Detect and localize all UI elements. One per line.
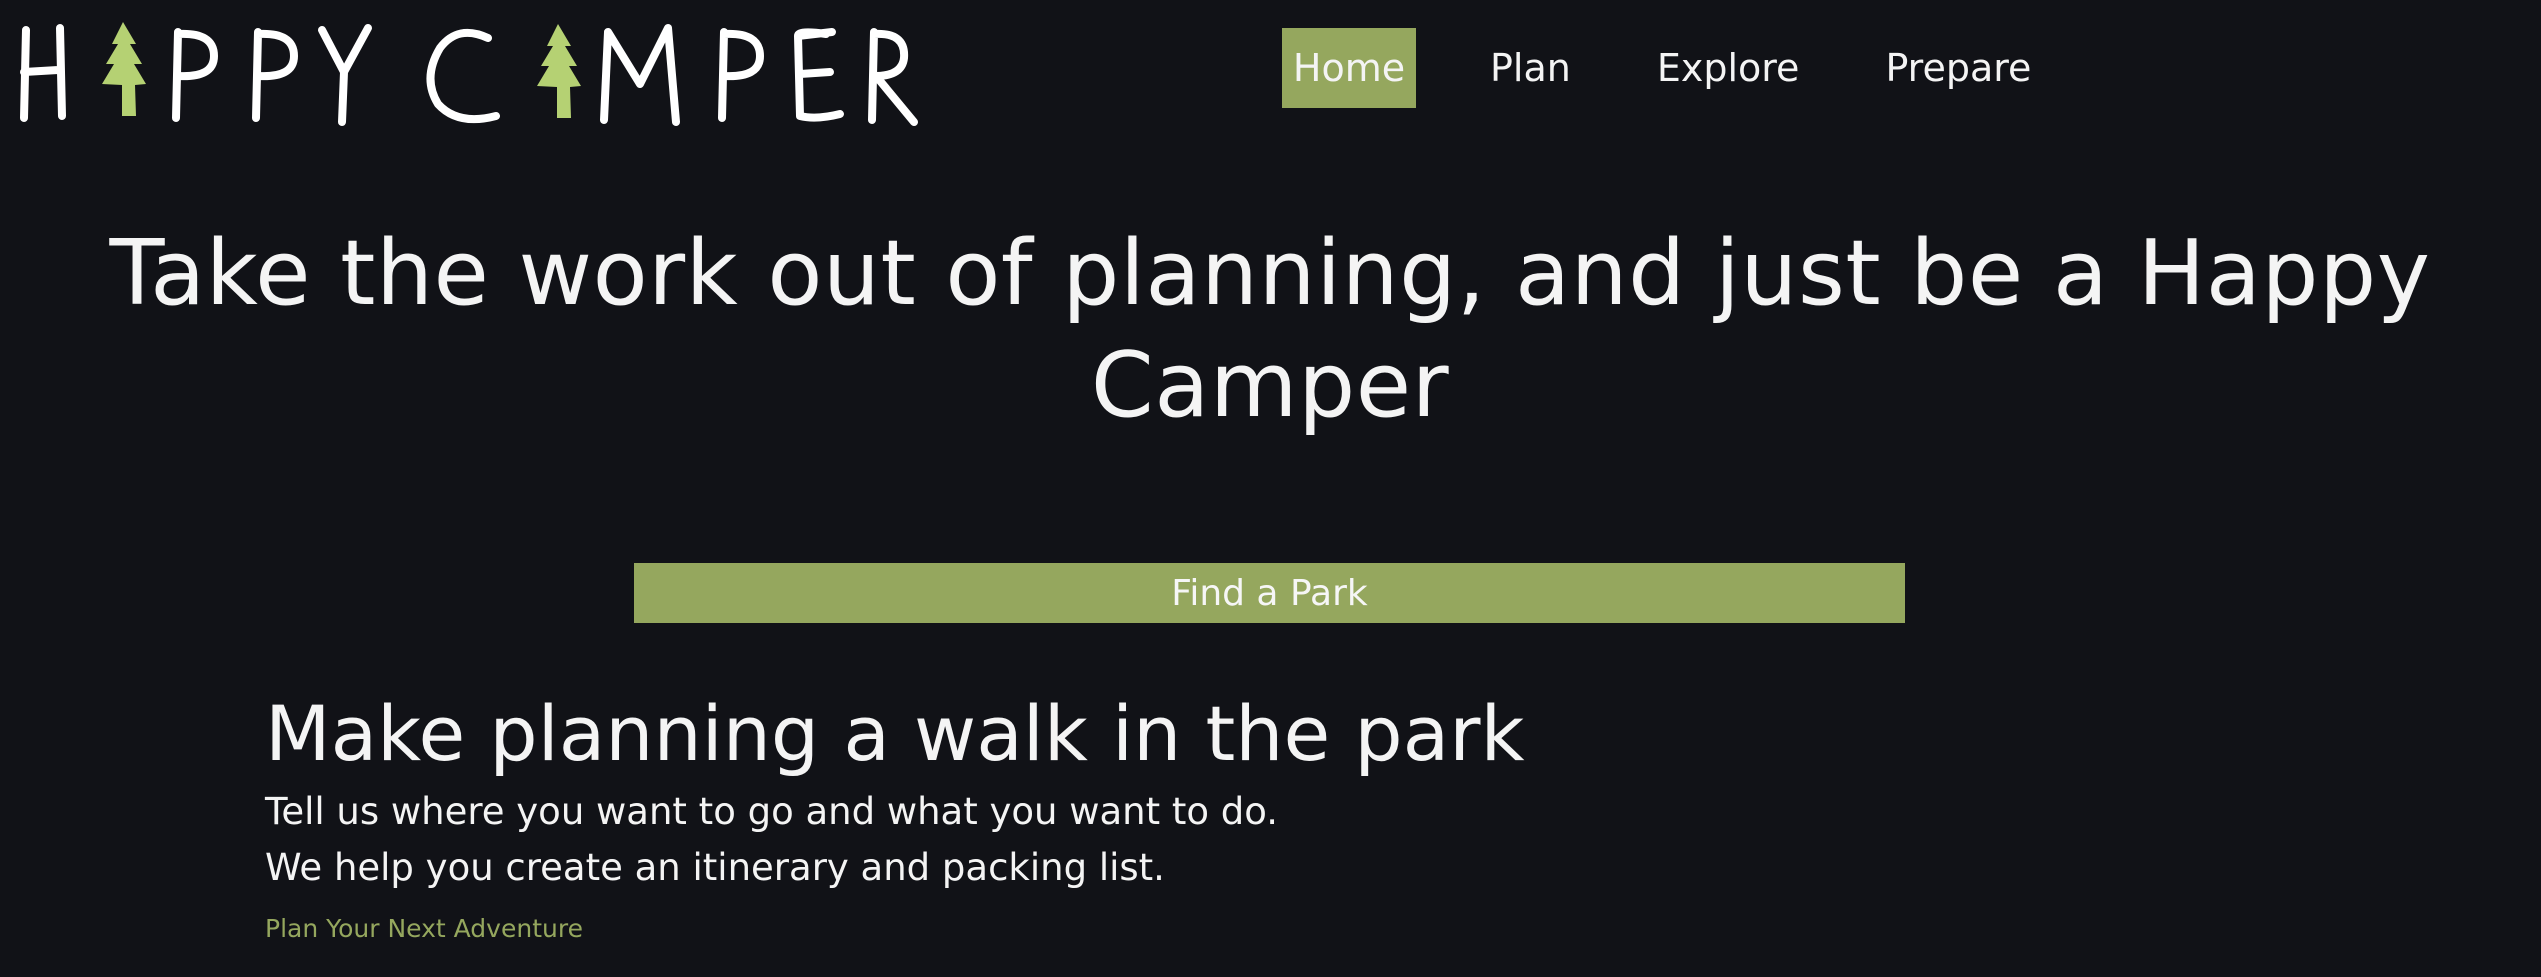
find-a-park-button[interactable]: Find a Park <box>634 563 1905 623</box>
nav-home[interactable]: Home <box>1282 28 1416 108</box>
find-a-park-label: Find a Park <box>1171 572 1368 614</box>
nav-plan[interactable]: Plan <box>1490 28 1571 108</box>
main-nav: Home Plan Explore Prepare <box>1282 28 2031 108</box>
nav-explore[interactable]: Explore <box>1657 28 1800 108</box>
plan-next-adventure-link[interactable]: Plan Your Next Adventure <box>265 914 583 943</box>
logo-wordmark <box>20 22 918 126</box>
section-title: Make planning a walk in the park <box>265 689 1525 778</box>
nav-prepare[interactable]: Prepare <box>1885 28 2031 108</box>
pine-tree-icon <box>537 24 581 118</box>
pine-tree-icon <box>102 22 146 116</box>
happy-camper-logo[interactable] <box>18 18 918 130</box>
nav-plan-label: Plan <box>1490 46 1571 90</box>
hero-title: Take the work out of planning, and just … <box>109 221 2431 438</box>
nav-explore-label: Explore <box>1656 46 1800 90</box>
nav-prepare-label: Prepare <box>1885 46 2032 90</box>
planning-section: Make planning a walk in the park Tell us… <box>265 686 2165 943</box>
section-description-line-2: We help you create an itinerary and pack… <box>265 846 1165 889</box>
nav-home-label: Home <box>1292 46 1406 90</box>
section-description-line-1: Tell us where you want to go and what yo… <box>265 790 1279 833</box>
